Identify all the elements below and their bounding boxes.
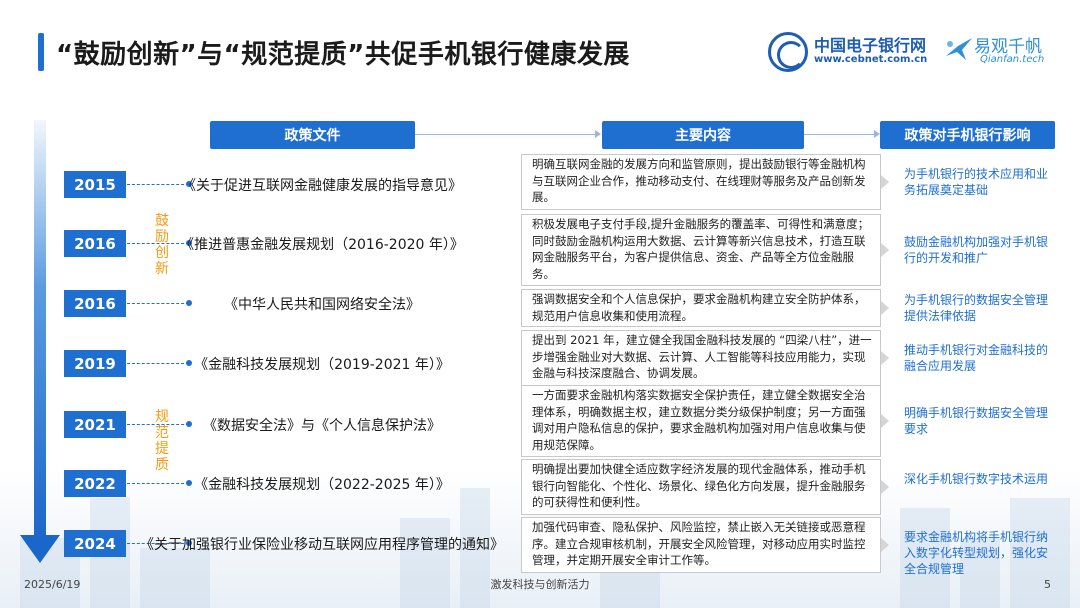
- header-impact: 政策对手机银行影响: [880, 121, 1055, 149]
- policy-document-title: 《金融科技发展规划（2022-2025 年）》: [194, 477, 450, 493]
- year-badge: 2016: [64, 230, 126, 257]
- policy-impact-text: 要求金融机构将手机银行纳入数字化转型规划，强化安全合规管理: [904, 530, 1049, 576]
- header-connector: [804, 134, 876, 135]
- policy-document-title: 《金融科技发展规划（2019-2021 年）》: [194, 357, 450, 373]
- title-accent-bar: [38, 33, 44, 71]
- policy-document-title: 《推进普惠金融发展规划（2016-2020 年）》: [180, 237, 464, 253]
- policy-document-title: 《关于促进互联网金融健康发展的指导意见》: [182, 178, 462, 194]
- policy-document-title: 《数据安全法》与《个人信息保护法》: [203, 418, 441, 434]
- year-badge: 2024: [64, 530, 126, 557]
- page-title: “鼓励创新”与“规范提质”共促手机银行健康发展: [56, 40, 630, 70]
- policy-impact-text: 鼓励金融机构加强对手机银行的开发和推广: [904, 235, 1049, 265]
- policy-document-title: 《关于加强银行业保险业移动互联网应用程序管理的通知》: [140, 537, 504, 553]
- policy-content-box: 积极发展电子支付手段,提升金融服务的覆盖率、可得性和满意度；同时鼓励金融机构运用…: [521, 214, 889, 286]
- footer-slogan: 激发科技与创新活力: [490, 578, 590, 591]
- year-badge: 2016: [64, 290, 126, 317]
- policy-document-title: 《中华人民共和国网络安全法》: [224, 297, 420, 313]
- timeline-arrow-shaft: [34, 120, 46, 540]
- cebnet-logo-url: www.cebnet.com.cn: [814, 54, 928, 65]
- qianfan-logo-url: Qianfan.tech: [980, 54, 1045, 65]
- header-connector-arrow: [595, 130, 601, 138]
- header-content: 主要内容: [602, 121, 804, 149]
- policy-impact-text: 为手机银行的技术应用和业务拓展奠定基础: [904, 167, 1049, 197]
- cebnet-logo-icon: [768, 32, 808, 72]
- cebnet-logo-name: 中国电子银行网: [814, 36, 927, 55]
- year-badge: 2021: [64, 411, 126, 438]
- year-badge: 2015: [64, 171, 126, 198]
- policy-content-box: 明确提出要加快健全适应数字经济发展的现代金融体系，推动手机银行向智能化、个性化、…: [521, 459, 889, 515]
- policy-impact-text: 为手机银行的数据安全管理提供法律依据: [904, 293, 1049, 323]
- year-badge: 2019: [64, 350, 126, 377]
- policy-content-box: 明确互联网金融的发展方向和监管原则，提出鼓励银行等金融机构与互联网企业合作，推动…: [521, 154, 889, 210]
- policy-content-box: 强调数据安全和个人信息保护，要求金融机构建立安全防护体系，规范用户信息收集和使用…: [521, 289, 889, 327]
- qianfan-logo: 易观千帆 Qianfan.tech: [944, 30, 1074, 74]
- header-connector: [415, 134, 597, 135]
- timeline-arrow-head: [20, 535, 60, 563]
- policy-content-box: 加强代码审查、隐私保护、风险监控，禁止嵌入无关链接或恶意程序。建立合规审核机制，…: [521, 517, 889, 573]
- header-policy: 政策文件: [210, 121, 415, 149]
- policy-impact-text: 明确手机银行数据安全管理要求: [904, 406, 1049, 436]
- page-number: 5: [1044, 578, 1051, 591]
- cebnet-logo: 中国电子银行网 www.cebnet.com.cn: [768, 30, 943, 74]
- policy-content-box: 一方面要求金融机构落实数据安全保护责任，建立健全数据安全治理体系，明确数据主权，…: [521, 385, 889, 457]
- qianfan-bird-icon: [946, 38, 972, 60]
- year-badge: 2022: [64, 470, 126, 497]
- policy-impact-text: 推动手机银行对金融科技的融合应用发展: [904, 343, 1049, 373]
- policy-content-box: 提出到 2021 年，建立健全我国金融科技发展的 “四梁八柱”，进一步增强金融业…: [521, 330, 889, 386]
- policy-impact-text: 深化手机银行数字技术运用: [904, 472, 1049, 486]
